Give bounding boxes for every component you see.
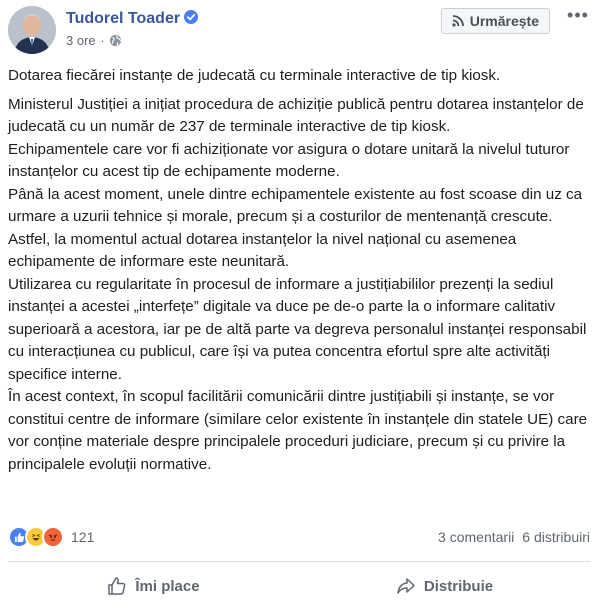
- post-meta: 3 ore ·: [66, 33, 122, 48]
- comment-count[interactable]: 3 comentarii: [438, 529, 514, 545]
- reaction-icons[interactable]: [8, 526, 64, 548]
- reaction-count[interactable]: 121: [71, 529, 94, 545]
- action-bar: Îmi place Distribuie: [8, 566, 590, 606]
- like-button[interactable]: Îmi place: [8, 576, 299, 596]
- author-name[interactable]: Tudorel Toader: [66, 10, 180, 27]
- share-button[interactable]: Distribuie: [299, 576, 590, 596]
- like-label: Îmi place: [135, 577, 200, 595]
- divider: [8, 561, 590, 562]
- globe-icon[interactable]: [109, 34, 122, 47]
- avatar[interactable]: [8, 6, 56, 54]
- reactions-bar: 121 3 comentarii 6 distribuiri: [8, 526, 590, 548]
- follow-button[interactable]: Urmărește: [440, 8, 550, 34]
- verified-badge-icon: [184, 10, 199, 24]
- follow-label: Urmărește: [469, 13, 539, 29]
- more-options-icon[interactable]: •••: [564, 6, 592, 30]
- angry-reaction-icon: [42, 526, 64, 548]
- post-headline: Dotarea fiecărei instanțe de judecată cu…: [8, 67, 501, 84]
- share-count[interactable]: 6 distribuiri: [522, 529, 590, 545]
- meta-separator: ·: [100, 33, 105, 48]
- share-arrow-icon: [397, 578, 415, 594]
- post-header: Tudorel Toader 3 ore · Urmărește •••: [8, 6, 592, 56]
- post-content: Dotarea fiecărei instanțe de judecată cu…: [8, 65, 590, 476]
- post-timestamp[interactable]: 3 ore: [66, 33, 96, 48]
- thumbs-up-icon: [108, 577, 126, 595]
- post-body: Ministerul Justiției a inițiat procedura…: [8, 95, 588, 473]
- share-label: Distribuie: [423, 577, 494, 595]
- engagement-counts: 3 comentarii 6 distribuiri: [438, 529, 590, 545]
- rss-icon: [452, 15, 464, 27]
